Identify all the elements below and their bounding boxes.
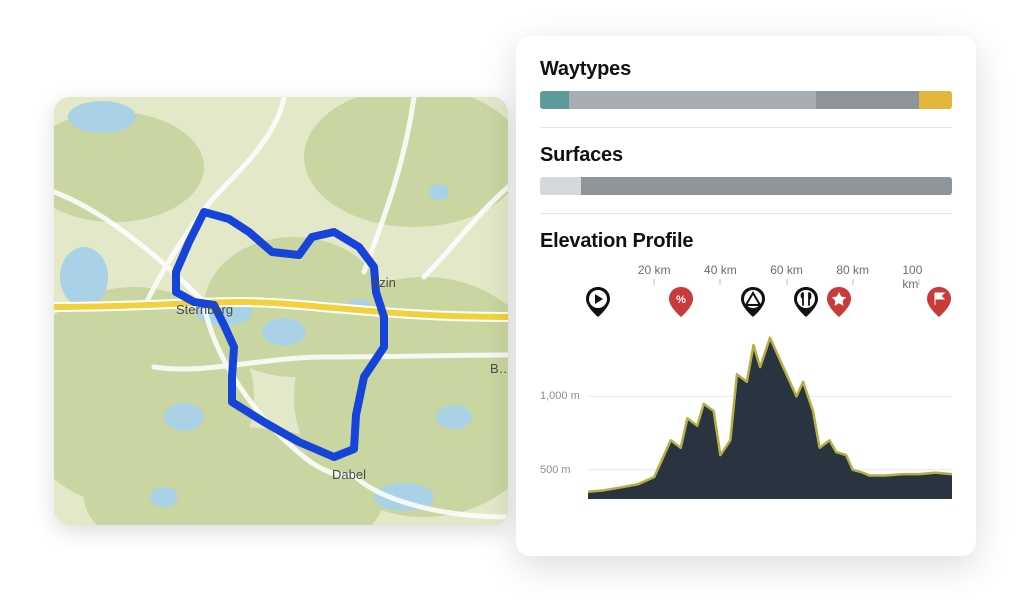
svg-text:%: % bbox=[676, 294, 686, 306]
poi-star-icon[interactable] bbox=[826, 287, 852, 313]
segment-grey2 bbox=[816, 91, 919, 109]
x-tick: 40 km bbox=[704, 263, 737, 277]
poi-grade-icon[interactable]: % bbox=[668, 287, 694, 313]
surfaces-section: Surfaces bbox=[540, 144, 952, 195]
divider bbox=[540, 127, 952, 128]
elevation-section: Elevation Profile 20 km40 km60 km80 km10… bbox=[540, 230, 952, 499]
route-map[interactable]: Sternberg Dabel Itzin B… bbox=[54, 97, 508, 525]
divider bbox=[540, 213, 952, 214]
segment-dark bbox=[581, 177, 952, 195]
x-tick: 60 km bbox=[770, 263, 803, 277]
surfaces-bar[interactable] bbox=[540, 177, 952, 195]
waytypes-bar[interactable] bbox=[540, 91, 952, 109]
poi-food-icon[interactable] bbox=[793, 287, 819, 313]
segment-grey1 bbox=[569, 91, 816, 109]
elevation-chart[interactable]: 1,000 m 500 m bbox=[540, 323, 952, 499]
waytypes-title: Waytypes bbox=[540, 58, 952, 81]
surfaces-title: Surfaces bbox=[540, 144, 952, 167]
route-detail-card: Waytypes Surfaces Elevation Profile 20 k… bbox=[516, 36, 976, 556]
elevation-x-axis: 20 km40 km60 km80 km100 km bbox=[540, 263, 952, 285]
x-tick: 20 km bbox=[638, 263, 671, 277]
poi-flag-icon[interactable] bbox=[926, 287, 952, 313]
elevation-poi-row: % bbox=[540, 287, 952, 319]
elevation-title: Elevation Profile bbox=[540, 230, 952, 253]
map-canvas bbox=[54, 97, 508, 525]
waytypes-section: Waytypes bbox=[540, 58, 952, 109]
elevation-svg bbox=[540, 323, 952, 499]
poi-start-icon[interactable] bbox=[585, 287, 611, 313]
segment-teal bbox=[540, 91, 569, 109]
segment-light bbox=[540, 177, 581, 195]
x-tick: 80 km bbox=[836, 263, 869, 277]
poi-camp-icon[interactable] bbox=[740, 287, 766, 313]
segment-yellow bbox=[919, 91, 952, 109]
